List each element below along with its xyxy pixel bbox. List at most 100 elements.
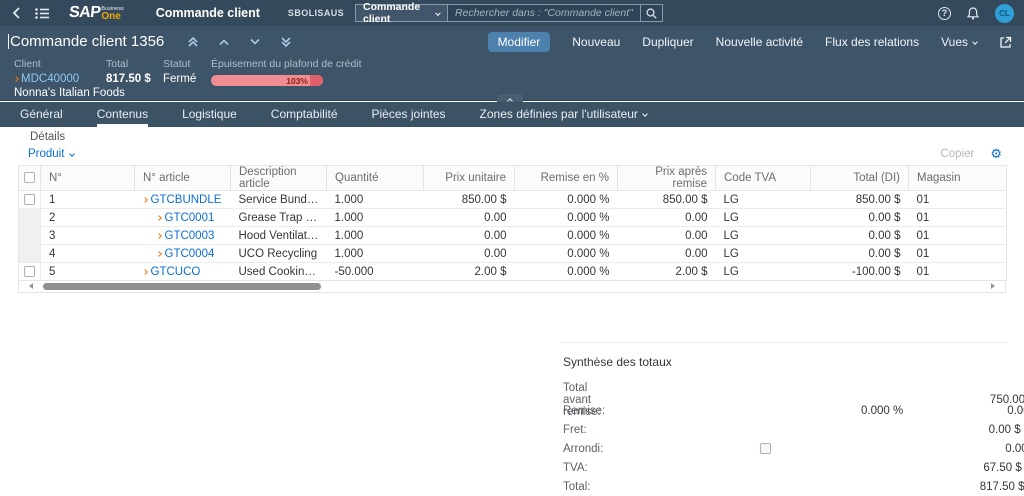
cell-unit-price: 850.00 $ (424, 191, 515, 209)
kpi-status: Statut Fermé (163, 58, 196, 85)
tab-pieces-jointes[interactable]: Pièces jointes (372, 102, 446, 127)
tab-contenus[interactable]: Contenus (97, 102, 148, 127)
credit-progress-bar: 103% (211, 75, 323, 86)
tab-general[interactable]: Général (20, 102, 63, 127)
previous-record-icon[interactable] (217, 35, 231, 49)
cell-price-after-discount: 0.00 (618, 245, 716, 263)
search-input[interactable] (448, 7, 640, 19)
cell-tax-code: LG (716, 191, 811, 209)
column-header-code-tva[interactable]: Code TVA (716, 166, 811, 191)
cell-tax-code: LG (716, 209, 811, 227)
article-link[interactable]: GTCUCO (143, 266, 201, 278)
tab-label: Zones définies par l'utilisateur (480, 107, 638, 121)
column-header-description-article[interactable]: Description article (231, 166, 327, 191)
search-scope-select[interactable]: Commande client (355, 4, 447, 22)
row-select-cell[interactable] (19, 263, 41, 281)
scroll-left-icon[interactable] (29, 283, 33, 289)
cell-article: GTC0004 (135, 245, 231, 263)
cell-total: 0.00 $ (811, 245, 909, 263)
cell-discount: 0.000 % (515, 245, 618, 263)
menu-icon[interactable] (35, 8, 49, 19)
cell-quantity: 1.000 (327, 245, 424, 263)
avatar[interactable]: CL (995, 4, 1014, 23)
scrollbar-thumb[interactable] (43, 283, 321, 290)
column-header-magasin[interactable]: Magasin (909, 166, 1007, 191)
row-checkbox[interactable] (24, 266, 35, 277)
help-icon[interactable]: ? (938, 7, 951, 20)
action-button-vues[interactable]: Vues (941, 35, 977, 49)
horizontal-scrollbar[interactable] (18, 281, 1006, 293)
object-page-header: Commande client 1356 ModifierNouveauDupl… (0, 26, 1024, 101)
totals-row-total-avant-remise: Total avant remise:750.00 $ (563, 382, 1008, 401)
cell-tax-code: LG (716, 245, 811, 263)
action-button-nouveau[interactable]: Nouveau (572, 35, 620, 49)
row-select-cell[interactable] (19, 191, 41, 209)
sap-business-one-logo: SAP Business One (69, 5, 124, 22)
cell-tax-code: LG (716, 227, 811, 245)
action-button-dupliquer[interactable]: Dupliquer (642, 35, 693, 49)
cell-warehouse: 01 (909, 245, 1007, 263)
totals-mid-value: 0.000 % (605, 405, 903, 417)
share-icon[interactable] (999, 36, 1012, 49)
totals-mid-value[interactable] (603, 443, 901, 455)
shellbar-left: SAP Business One Commande client SBOLISA… (0, 5, 344, 22)
cell-warehouse: 01 (909, 227, 1007, 245)
column-header-prix-apres-remise[interactable]: Prix après remise (618, 166, 716, 191)
row-checkbox[interactable] (24, 194, 35, 205)
chevron-right-icon (156, 233, 162, 239)
article-link[interactable]: GTC0001 (157, 212, 215, 224)
last-record-icon[interactable] (279, 35, 293, 49)
rounding-checkbox[interactable] (760, 443, 771, 454)
back-icon[interactable] (12, 7, 21, 19)
action-button-modifier[interactable]: Modifier (488, 32, 551, 52)
totals-value: 817.50 $ (889, 481, 1024, 493)
tab-label: Comptabilité (271, 107, 338, 121)
table-row: 4GTC0004UCO Recycling1.0000.000.000 %0.0… (19, 245, 1007, 263)
column-header-n[interactable]: N° (41, 166, 135, 191)
search-icon[interactable] (640, 5, 662, 21)
cell-total: 850.00 $ (811, 191, 909, 209)
article-link[interactable]: GTC0003 (157, 230, 215, 242)
table-settings-gear-icon[interactable]: ⚙ (990, 148, 1002, 161)
scroll-right-icon[interactable] (991, 283, 995, 289)
cell-description: Service Bundle 1 (231, 191, 327, 209)
copy-button[interactable]: Copier (940, 148, 974, 160)
text-caret (8, 34, 9, 49)
first-record-icon[interactable] (186, 35, 200, 49)
totals-value: 0.00 $ (901, 443, 1024, 455)
items-table: N°N° articleDescription articleQuantitéP… (18, 165, 1007, 281)
cell-price-after-discount: 850.00 $ (618, 191, 716, 209)
next-record-icon[interactable] (248, 35, 262, 49)
cell-total: -100.00 $ (811, 263, 909, 281)
column-header-remise-en[interactable]: Remise en % (515, 166, 618, 191)
table-header-row: N°N° articleDescription articleQuantitéP… (19, 166, 1007, 191)
cell-tax-code: LG (716, 263, 811, 281)
chevron-down-icon (70, 151, 76, 157)
column-header-quantite[interactable]: Quantité (327, 166, 424, 191)
article-code: GTCUCO (151, 266, 201, 278)
cell-line-number: 5 (41, 263, 135, 281)
article-link[interactable]: GTCBUNDLE (143, 194, 222, 206)
totals-value: 0.00 $ (903, 405, 1024, 417)
action-button-flux-des-relations[interactable]: Flux des relations (825, 35, 919, 49)
tab-logistique[interactable]: Logistique (182, 102, 237, 127)
totals-value: 67.50 $ (886, 462, 1024, 474)
article-link[interactable]: GTC0004 (157, 248, 215, 260)
product-type-select[interactable]: Produit (28, 148, 74, 160)
column-header-n-article[interactable]: N° article (135, 166, 231, 191)
cell-article: GTCUCO (135, 263, 231, 281)
select-all-checkbox[interactable] (24, 172, 35, 183)
record-navigation (186, 35, 293, 49)
total-value: 817.50 $ (106, 73, 151, 85)
sap-logo-text: SAP (68, 5, 101, 21)
action-button-nouvelle-activite[interactable]: Nouvelle activité (716, 35, 803, 49)
column-header-total-di[interactable]: Total (DI) (811, 166, 909, 191)
column-header-prix-unitaire[interactable]: Prix unitaire (424, 166, 515, 191)
bell-icon[interactable] (967, 7, 979, 20)
tab-label: Logistique (182, 107, 237, 121)
chevron-right-icon (142, 197, 148, 203)
totals-label: Total: (563, 481, 591, 493)
article-code: GTCBUNDLE (151, 194, 222, 206)
tab-zones-definies-par-l-utilisateur[interactable]: Zones définies par l'utilisateur (480, 102, 647, 127)
tab-comptabilite[interactable]: Comptabilité (271, 102, 338, 127)
